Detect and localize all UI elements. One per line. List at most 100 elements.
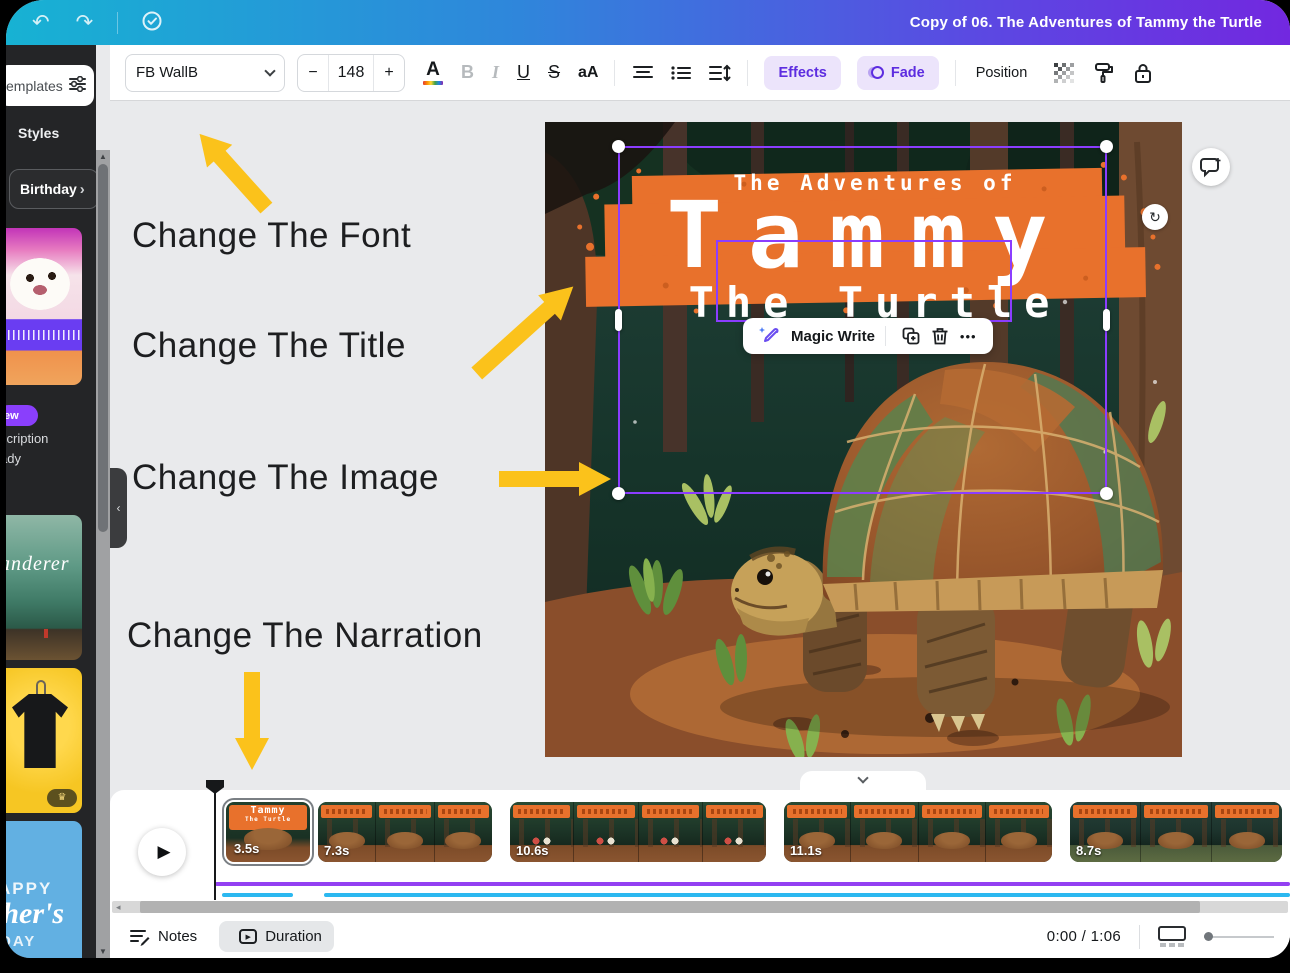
clip-duration: 8.7s (1076, 843, 1101, 858)
clip-duration: 10.6s (516, 843, 549, 858)
fathers-day-line2: ther's (6, 897, 64, 931)
font-size-increase-button[interactable]: + (374, 55, 404, 91)
clip-frame (573, 802, 637, 862)
text-align-button[interactable] (633, 65, 653, 81)
duration-button[interactable]: ▶ Duration (219, 921, 334, 952)
timeline-collapse-tab[interactable] (800, 771, 926, 791)
chevron-left-icon: ‹ (117, 501, 121, 515)
footer-divider (1139, 925, 1140, 949)
redo-icon[interactable]: ↷ (76, 12, 94, 33)
sidebar-scrollbar[interactable]: ▲ ▼ (96, 150, 110, 958)
play-button[interactable]: ▶ (138, 828, 186, 876)
text-color-letter: A (426, 61, 440, 79)
audio-track-purple[interactable] (215, 882, 1290, 886)
timeline-zoom-slider[interactable] (1204, 936, 1274, 938)
timeline-clip-5[interactable]: 8.7s (1070, 802, 1282, 862)
new-badge: ew (6, 405, 38, 426)
delete-icon[interactable] (932, 327, 948, 345)
more-options-icon[interactable]: ••• (960, 329, 977, 344)
fade-button[interactable]: Fade (857, 56, 939, 90)
template-thumbnail-fathers-day[interactable]: APPY ther's DAY l call him Dad ♛ (6, 821, 82, 958)
resize-handle[interactable] (612, 487, 625, 500)
font-size-decrease-button[interactable]: − (298, 55, 328, 91)
position-button[interactable]: Position (976, 65, 1028, 81)
narration-track-segment-2[interactable] (324, 893, 1290, 897)
magic-write-button[interactable]: Magic Write (791, 328, 875, 345)
sync-rotate-icon[interactable]: ↻ (1142, 204, 1168, 230)
toolbar-divider (955, 60, 956, 86)
notes-button[interactable]: Notes (130, 927, 197, 947)
add-comment-button[interactable] (1192, 148, 1230, 186)
timeline-scrollbar[interactable]: ◂ (112, 901, 1288, 913)
resize-handle[interactable] (612, 140, 625, 153)
template-thumbnail-tshirt[interactable]: ♛ (6, 668, 82, 813)
template-thumbnail-dog[interactable] (6, 228, 82, 385)
audio-waveform (6, 325, 82, 344)
scroll-left-icon[interactable]: ◂ (116, 901, 121, 913)
timeline-clip-2[interactable]: 7.3s (318, 802, 492, 862)
text-case-button[interactable]: aA (578, 64, 598, 82)
playhead-marker[interactable] (206, 780, 224, 794)
filter-sliders-icon[interactable] (69, 76, 86, 95)
templates-search-input[interactable]: emplates (6, 65, 94, 106)
transparency-button[interactable] (1053, 62, 1075, 84)
fade-icon (871, 66, 884, 79)
rainbow-color-bar (423, 81, 443, 85)
duplicate-icon[interactable] (902, 327, 920, 345)
annotation-change-font: Change The Font (132, 216, 411, 256)
resize-handle[interactable] (1100, 140, 1113, 153)
line-spacing-button[interactable] (709, 64, 731, 82)
lock-button[interactable] (1133, 62, 1153, 84)
grid-view-icon[interactable] (1158, 926, 1186, 947)
cloud-saved-icon (140, 9, 164, 37)
timeline-clip-1-selected[interactable]: Tammy The Turtle 3.5s (222, 798, 314, 866)
fade-label: Fade (891, 65, 925, 81)
zoom-slider-handle[interactable] (1204, 932, 1213, 941)
resize-handle-side[interactable] (1103, 309, 1110, 331)
narration-track-segment-1[interactable] (222, 893, 293, 897)
resize-handle-side[interactable] (615, 309, 622, 331)
timeline-clip-3[interactable]: 10.6s (510, 802, 766, 862)
document-title[interactable]: Copy of 06. The Adventures of Tammy the … (910, 0, 1262, 45)
undo-icon[interactable]: ↶ (32, 12, 50, 33)
clip-duration: 3.5s (234, 841, 259, 856)
effects-button[interactable]: Effects (764, 56, 840, 90)
playhead-line (214, 792, 216, 900)
timeline-panel: ▶ Tammy The Turtle 3.5s 7.3s (110, 790, 1290, 958)
templates-search-text: emplates (6, 78, 63, 94)
scroll-up-icon[interactable]: ▲ (96, 152, 110, 161)
resize-handle[interactable] (1100, 487, 1113, 500)
copy-style-roller-button[interactable] (1093, 62, 1115, 84)
clip-frame (434, 802, 492, 862)
italic-button[interactable]: I (492, 62, 499, 83)
timeline-clip-4[interactable]: 11.1s (784, 802, 1052, 862)
clip-frame (638, 802, 702, 862)
template-thumbnail-wanderer[interactable]: anderer (6, 515, 82, 660)
bullet-list-button[interactable] (671, 65, 691, 81)
clip-frame (375, 802, 433, 862)
sidebar-scrollbar-thumb[interactable] (98, 164, 108, 532)
clip1-subtitle: The Turtle (229, 817, 307, 823)
bold-button[interactable]: B (461, 62, 474, 83)
font-family-select[interactable]: FB WallB (125, 54, 285, 92)
text-toolbar: FB WallB − 148 + A B I U S aA Effects (110, 45, 1290, 100)
font-size-value[interactable]: 148 (328, 55, 374, 91)
pro-crown-badge: ♛ (47, 789, 77, 807)
timeline-scrollbar-thumb[interactable] (140, 901, 1200, 913)
underline-button[interactable]: U (517, 62, 530, 83)
styles-heading: Styles (18, 125, 59, 141)
fathers-day-line1: APPY (6, 879, 52, 899)
text-color-button[interactable]: A (423, 61, 443, 85)
wanderer-title: anderer (6, 553, 82, 576)
subtitle-selection-box[interactable] (716, 240, 1012, 322)
sidebar-collapse-handle[interactable]: ‹ (110, 468, 127, 548)
scroll-down-icon[interactable]: ▼ (96, 947, 110, 956)
timeline-footer-bar: Notes ▶ Duration 0:00 / 1:06 (110, 915, 1290, 958)
toolbar-divider (747, 60, 748, 86)
fathers-day-line3: DAY (6, 933, 36, 950)
strikethrough-button[interactable]: S (548, 62, 560, 83)
annotation-change-narration: Change The Narration (127, 616, 483, 656)
birthday-filter-chip[interactable]: Birthday › (9, 169, 99, 209)
font-name: FB WallB (136, 64, 198, 81)
hiker-figure (44, 629, 48, 638)
